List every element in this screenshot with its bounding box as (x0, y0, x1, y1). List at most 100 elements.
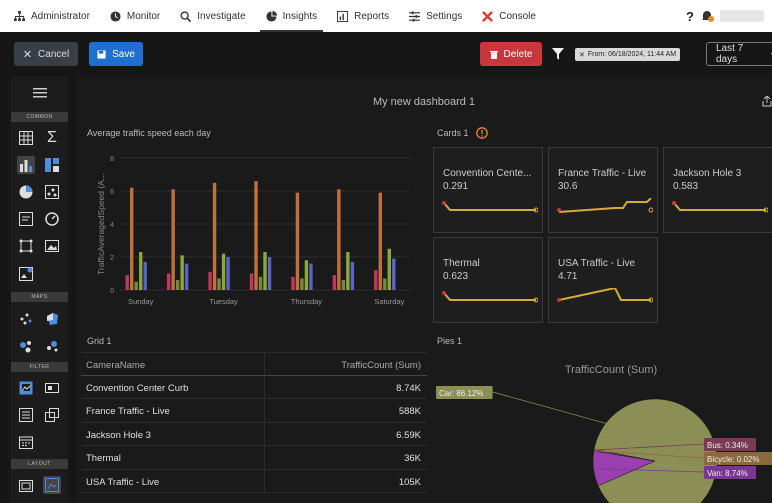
bar[interactable] (346, 252, 350, 290)
data-grid[interactable]: CameraName TrafficCount (Sum) Convention C… (81, 352, 427, 493)
scatter-widget-icon[interactable] (43, 183, 61, 201)
grid-panel-title[interactable]: Grid 1 (87, 336, 112, 346)
cluster-map-icon[interactable] (17, 337, 35, 355)
image-layout-icon[interactable] (43, 476, 61, 494)
nav-administrator[interactable]: Administrator (14, 0, 90, 32)
warning-icon[interactable] (476, 127, 488, 139)
bar[interactable] (304, 260, 309, 290)
layout-widget-icon[interactable] (43, 156, 61, 174)
y-tick-label: 6 (110, 189, 114, 196)
pie-chart[interactable]: TrafficCount (Sum) Car: 86.12% Van: 8.74% B… (432, 356, 772, 503)
metric-card[interactable]: France Traffic - Live 30.6 (548, 147, 658, 233)
bar[interactable] (226, 257, 230, 290)
table-row[interactable]: Convention Center Curb 8.74K (81, 375, 427, 399)
nav-investigate[interactable]: Investigate (180, 0, 246, 32)
bar[interactable] (175, 280, 180, 290)
bar[interactable] (383, 278, 387, 290)
pie-widget-icon[interactable] (17, 183, 35, 201)
table-row[interactable]: Thermal 36K (81, 446, 427, 470)
shape-map-icon[interactable] (43, 310, 61, 328)
bar[interactable] (254, 181, 258, 290)
bar[interactable] (337, 189, 341, 290)
range-filter-icon[interactable] (43, 379, 61, 397)
dashboard-title[interactable]: My new dashboard 1 (76, 96, 772, 108)
bar[interactable] (295, 192, 300, 290)
nav-reports[interactable]: Reports (337, 0, 389, 32)
bell-icon[interactable] (700, 9, 714, 23)
filter-icon[interactable] (552, 48, 564, 60)
image-widget-icon[interactable] (43, 237, 61, 255)
bar[interactable] (221, 253, 226, 290)
save-button[interactable]: Save (89, 42, 143, 66)
bar[interactable] (258, 276, 263, 290)
time-range-select[interactable]: Last 7 days ▾ (706, 42, 772, 66)
nav-monitor[interactable]: Monitor (110, 0, 160, 32)
bar[interactable] (392, 258, 396, 290)
bar[interactable] (130, 187, 134, 290)
sum-widget-icon[interactable]: Σ (43, 129, 61, 147)
bar[interactable] (134, 281, 138, 290)
cards-panel-title[interactable]: Cards 1 (437, 128, 469, 138)
bar[interactable] (374, 270, 378, 290)
heat-map-icon[interactable] (43, 337, 61, 355)
dropdown-filter-icon[interactable] (43, 406, 61, 424)
traffic-count-cell: 36K (404, 453, 421, 464)
bar[interactable] (180, 255, 184, 290)
table-widget-icon[interactable] (17, 129, 35, 147)
nav-settings[interactable]: Settings (409, 0, 462, 32)
bar[interactable] (341, 280, 346, 290)
column-header[interactable]: CameraName (86, 360, 145, 371)
table-row[interactable]: Jackson Hole 3 6.59K (81, 422, 427, 446)
bar[interactable] (217, 278, 221, 290)
bar[interactable] (143, 261, 147, 290)
gauge-widget-icon[interactable] (43, 210, 61, 228)
bar-chart[interactable]: 0 2 4 6 8 TrafficAveragedSpeed (A... Sunday Tue… (84, 148, 418, 318)
bar[interactable] (332, 275, 337, 290)
bar[interactable] (212, 182, 217, 290)
bar[interactable] (267, 257, 272, 290)
table-row[interactable]: USA Traffic - Live 105K (81, 469, 427, 493)
bar[interactable] (291, 276, 295, 290)
bar[interactable] (300, 278, 304, 290)
help-icon[interactable]: ? (686, 9, 694, 24)
menu-icon[interactable] (33, 88, 47, 98)
date-filter-chip[interactable]: ✕ From: 06/18/2024, 11:44 AM (575, 48, 681, 61)
frame-widget-icon[interactable] (17, 237, 35, 255)
chip-close-icon[interactable]: ✕ (579, 51, 585, 59)
bar[interactable] (208, 271, 212, 290)
bar[interactable] (139, 252, 143, 290)
share-icon[interactable] (762, 96, 772, 107)
bar[interactable] (166, 273, 171, 291)
metric-card[interactable]: USA Traffic - Live 4.71 (548, 237, 658, 323)
pie-panel-title[interactable]: Pies 1 (437, 336, 462, 346)
bar[interactable] (387, 248, 391, 290)
user-menu[interactable] (720, 10, 764, 22)
nav-insights[interactable]: Insights (259, 0, 324, 32)
bar[interactable] (263, 252, 267, 290)
metric-card[interactable]: Convention Cente... 0.291 (433, 147, 543, 233)
bar[interactable] (309, 263, 313, 290)
media-widget-icon[interactable] (17, 265, 35, 283)
bar[interactable] (249, 273, 254, 291)
bar[interactable] (378, 192, 382, 290)
tab-layout-icon[interactable] (17, 476, 35, 494)
point-map-icon[interactable] (17, 310, 35, 328)
bar[interactable] (350, 261, 355, 290)
column-header[interactable]: TrafficCount (Sum) (341, 360, 421, 371)
table-row[interactable]: France Traffic - Live 588K (81, 399, 427, 423)
metric-card[interactable]: Thermal 0.623 (433, 237, 543, 323)
list-filter-icon[interactable] (17, 406, 35, 424)
nav-console[interactable]: Console (482, 0, 536, 32)
bar[interactable] (184, 263, 189, 290)
pie-slice[interactable] (593, 398, 718, 503)
bar[interactable] (171, 189, 175, 290)
bar-chart-widget-icon[interactable] (17, 156, 35, 174)
bar[interactable] (125, 275, 129, 290)
text-widget-icon[interactable] (17, 210, 35, 228)
cancel-button[interactable]: ✕ Cancel (14, 42, 78, 66)
calendar-filter-icon[interactable] (17, 433, 35, 451)
delete-button[interactable]: Delete (480, 42, 542, 66)
date-filter-icon[interactable] (17, 379, 35, 397)
metric-card[interactable]: Jackson Hole 3 0.583 (663, 147, 772, 233)
bar-panel-title[interactable]: Average traffic speed each day (87, 128, 211, 138)
